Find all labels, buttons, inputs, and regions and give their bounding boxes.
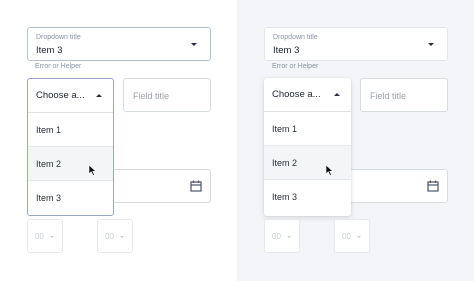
field-title-placeholder: Field title xyxy=(370,91,407,101)
dropdown-label: Dropdown title xyxy=(36,34,81,41)
field-title-placeholder: Field title xyxy=(133,91,170,101)
calendar-icon[interactable] xyxy=(427,180,439,192)
menu-item-label: Item 2 xyxy=(36,159,62,169)
hours-value: 00 xyxy=(272,232,281,241)
minutes-select[interactable]: 00 xyxy=(334,219,370,253)
caret-down-icon xyxy=(287,236,291,238)
minutes-select[interactable]: 00 xyxy=(97,219,133,253)
minutes-value: 00 xyxy=(105,232,114,241)
helper-text: Error or Helper xyxy=(272,63,319,70)
caret-up-icon xyxy=(334,93,340,96)
field-title-input[interactable]: Field title xyxy=(123,78,211,112)
menu-item-3[interactable]: Item 3 xyxy=(28,181,113,215)
minutes-value: 00 xyxy=(342,232,351,241)
caret-down-icon xyxy=(191,43,197,46)
hours-select[interactable]: 00 xyxy=(264,219,300,253)
field-title-input[interactable]: Field title xyxy=(360,78,448,112)
dropdown-value: Item 3 xyxy=(36,45,63,56)
menu-item-2[interactable]: Item 2 xyxy=(264,146,351,180)
caret-up-icon xyxy=(96,94,102,97)
menu-item-label: Item 3 xyxy=(36,193,62,203)
dropdown-select[interactable]: Dropdown title Item 3 xyxy=(27,27,211,61)
helper-text: Error or Helper xyxy=(35,63,82,70)
menu-item-label: Item 1 xyxy=(36,125,62,135)
menu-item-3[interactable]: Item 3 xyxy=(264,180,351,214)
menu-item-1[interactable]: Item 1 xyxy=(28,113,113,147)
open-select-menu[interactable]: Choose a... Item 1 Item 2 Item 3 xyxy=(264,78,351,216)
date-field[interactable] xyxy=(337,169,448,203)
open-select-trigger[interactable]: Choose a... xyxy=(264,78,351,112)
dropdown-value: Item 3 xyxy=(273,45,300,56)
light-theme-panel: Dropdown title Item 3 Error or Helper Ch… xyxy=(0,0,237,281)
menu-item-label: Item 2 xyxy=(272,158,298,168)
menu-item-1[interactable]: Item 1 xyxy=(264,112,351,146)
menu-item-label: Item 1 xyxy=(272,124,298,134)
caret-down-icon xyxy=(120,236,124,238)
hours-value: 00 xyxy=(35,232,44,241)
gray-theme-panel: Dropdown title Item 3 Error or Helper Ch… xyxy=(237,0,474,281)
hours-select[interactable]: 00 xyxy=(27,219,63,253)
menu-item-label: Item 3 xyxy=(272,192,298,202)
caret-down-icon xyxy=(50,236,54,238)
date-field[interactable] xyxy=(100,169,211,203)
cursor-icon xyxy=(88,164,97,176)
cursor-icon xyxy=(325,164,334,176)
dropdown-select[interactable]: Dropdown title Item 3 xyxy=(264,27,448,61)
open-select-menu[interactable]: Choose a... Item 1 Item 2 Item 3 xyxy=(27,78,114,216)
select-placeholder: Choose a... xyxy=(36,90,85,101)
open-select-trigger[interactable]: Choose a... xyxy=(28,79,113,113)
select-placeholder: Choose a... xyxy=(272,89,321,100)
menu-item-2[interactable]: Item 2 xyxy=(28,147,113,181)
caret-down-icon xyxy=(357,236,361,238)
calendar-icon[interactable] xyxy=(190,180,202,192)
dropdown-label: Dropdown title xyxy=(273,34,318,41)
caret-down-icon xyxy=(428,43,434,46)
